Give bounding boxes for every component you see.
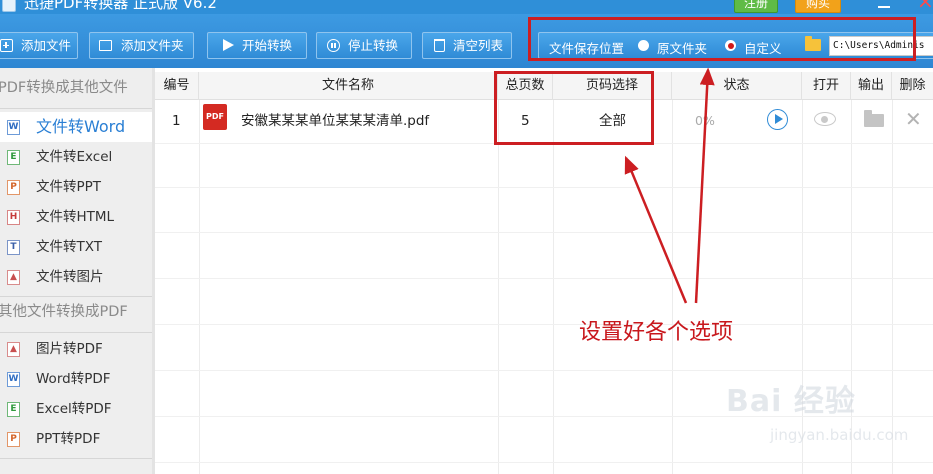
arrow-to-pages xyxy=(624,155,688,304)
baidu-jingyan-watermark: Bai 经验 jingyan.baidu.com xyxy=(726,376,926,456)
annotation-text: 设置好各个选项 xyxy=(579,320,734,345)
watermark-logo: Bai 经验 xyxy=(726,384,856,419)
arrow-to-save-location xyxy=(694,67,715,304)
watermark-url: jingyan.baidu.com xyxy=(770,426,909,444)
